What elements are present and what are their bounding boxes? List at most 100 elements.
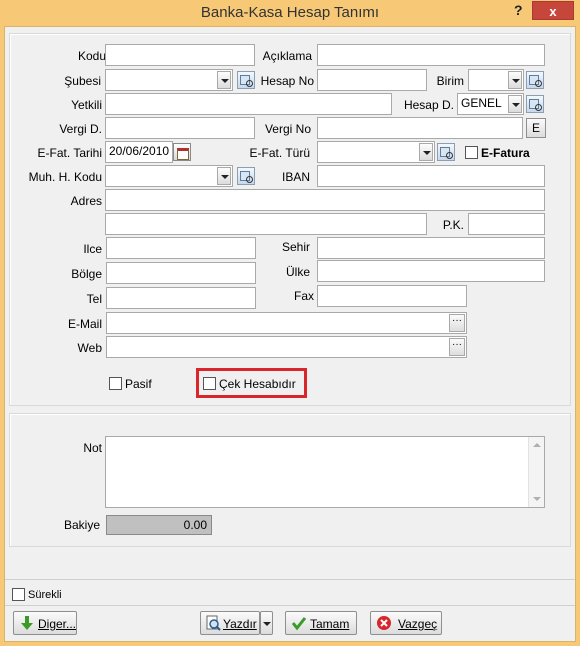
ilce-label: Ilce [83, 242, 102, 256]
iban-field[interactable] [317, 165, 545, 187]
efat-turu-lookup-icon[interactable] [437, 143, 455, 161]
hesap-d-label: Hesap D. [403, 98, 454, 112]
cancel-icon [377, 616, 391, 630]
kodu-label: Kodu [77, 49, 106, 63]
adres-label: Adres [70, 194, 102, 208]
chevron-down-icon[interactable] [217, 167, 231, 185]
vazgec-button[interactable]: Vazgeç [370, 611, 442, 635]
vazgec-label: Vazgeç [398, 617, 438, 631]
birim-lookup-icon[interactable] [526, 71, 544, 89]
vergi-d-label: Vergi D. [59, 122, 102, 136]
hesap-d-combo[interactable]: GENEL [457, 93, 524, 115]
efat-tarihi-field[interactable]: 20/06/2010 [105, 141, 173, 163]
web-field[interactable]: ··· [106, 336, 467, 358]
pasif-checkbox[interactable] [109, 377, 122, 390]
vergi-d-field[interactable] [105, 117, 255, 139]
sehir-label: Sehir [281, 240, 310, 254]
checkmark-icon [291, 617, 307, 631]
chevron-down-icon [263, 622, 271, 626]
yazdir-dropdown[interactable] [260, 611, 273, 635]
chevron-down-icon[interactable] [419, 143, 433, 161]
vergi-no-label: Vergi No [264, 122, 311, 136]
chevron-down-icon[interactable] [508, 71, 522, 89]
yetkili-field[interactable] [105, 93, 392, 115]
window-title: Banka-Kasa Hesap Tanımı [200, 4, 380, 21]
fax-label: Fax [293, 289, 314, 303]
diger-button[interactable]: Diger... [13, 611, 77, 635]
kodu-field[interactable] [105, 44, 255, 66]
bakiye-value: 0.00 [106, 515, 212, 535]
tamam-button[interactable]: Tamam [285, 611, 357, 635]
cek-hesabidir-checkbox[interactable] [203, 377, 216, 390]
ilce-field[interactable] [106, 237, 256, 259]
title-bar: Banka-Kasa Hesap Tanımı ? x [0, 0, 580, 26]
tamam-label: Tamam [310, 617, 350, 631]
muh-kodu-label: Muh. H. Kodu [28, 170, 102, 184]
birim-label: Birim [436, 74, 464, 88]
muh-kodu-lookup-icon[interactable] [237, 167, 255, 185]
aciklama-field[interactable] [317, 44, 545, 66]
hesap-no-label: Hesap No [260, 74, 314, 88]
hesap-d-lookup-icon[interactable] [526, 95, 544, 113]
email-browse-icon[interactable]: ··· [449, 314, 465, 332]
subesi-label: Şubesi [64, 74, 101, 88]
calendar-icon[interactable] [173, 143, 191, 161]
scroll-down-icon[interactable] [533, 497, 541, 501]
vergi-no-field[interactable] [317, 117, 523, 139]
muh-kodu-combo[interactable] [105, 165, 233, 187]
sehir-field[interactable] [317, 237, 545, 259]
chevron-down-icon[interactable] [217, 71, 231, 89]
hesap-d-value: GENEL [461, 96, 502, 110]
yetkili-label: Yetkili [71, 98, 102, 112]
fax-field[interactable] [317, 285, 467, 307]
pk-label: P.K. [442, 218, 464, 232]
subesi-combo[interactable] [105, 69, 233, 91]
hesap-no-field[interactable] [317, 69, 427, 91]
pk-field[interactable] [468, 213, 545, 235]
adres-line1-field[interactable] [105, 189, 545, 211]
details-panel: Kodu Açıklama Şubesi Hesap No Birim Yetk… [9, 33, 571, 406]
e-button[interactable]: E [526, 118, 546, 138]
help-button[interactable]: ? [514, 2, 523, 18]
diger-label: Diger... [38, 617, 77, 631]
email-label: E-Mail [67, 317, 102, 331]
bolge-field[interactable] [106, 262, 256, 284]
yazdir-button[interactable]: Yazdır [200, 611, 260, 635]
tel-label: Tel [86, 292, 102, 306]
scroll-up-icon[interactable] [533, 443, 541, 447]
bolge-label: Bölge [71, 267, 102, 281]
chevron-down-icon[interactable] [508, 95, 522, 113]
not-textarea[interactable] [105, 436, 545, 508]
footer-divider [5, 579, 575, 580]
notes-panel: Not Bakiye 0.00 [9, 413, 571, 547]
pasif-label: Pasif [125, 377, 152, 391]
email-field[interactable]: ··· [106, 312, 467, 334]
efatura-label: E-Fatura [481, 146, 530, 160]
bakiye-label: Bakiye [63, 518, 100, 532]
efat-tarihi-label: E-Fat. Tarihi [37, 146, 102, 160]
efat-turu-combo[interactable] [317, 141, 435, 163]
cek-hesabidir-label: Çek Hesabıdır [219, 377, 296, 391]
not-label: Not [83, 441, 102, 455]
ulke-field[interactable] [317, 260, 545, 282]
not-scrollbar[interactable] [528, 437, 544, 507]
tel-field[interactable] [106, 287, 256, 309]
web-label: Web [77, 341, 102, 355]
yazdir-label: Yazdır [223, 617, 257, 631]
aciklama-label: Açıklama [262, 49, 312, 63]
birim-combo[interactable] [468, 69, 524, 91]
web-browse-icon[interactable]: ··· [449, 338, 465, 356]
footer-divider-2 [5, 605, 575, 606]
iban-label: IBAN [281, 170, 310, 184]
adres-line2-field[interactable] [105, 213, 427, 235]
close-button[interactable]: x [532, 1, 574, 20]
subesi-lookup-icon[interactable] [237, 71, 255, 89]
down-arrow-icon [21, 616, 33, 630]
dialog-body: Kodu Açıklama Şubesi Hesap No Birim Yetk… [4, 26, 576, 642]
efat-turu-label: E-Fat. Türü [249, 146, 310, 160]
surekli-checkbox[interactable] [12, 588, 25, 601]
efatura-checkbox[interactable] [465, 146, 478, 159]
print-preview-icon [206, 615, 221, 631]
ulke-label: Ülke [285, 265, 310, 279]
surekli-label: Sürekli [28, 589, 62, 601]
